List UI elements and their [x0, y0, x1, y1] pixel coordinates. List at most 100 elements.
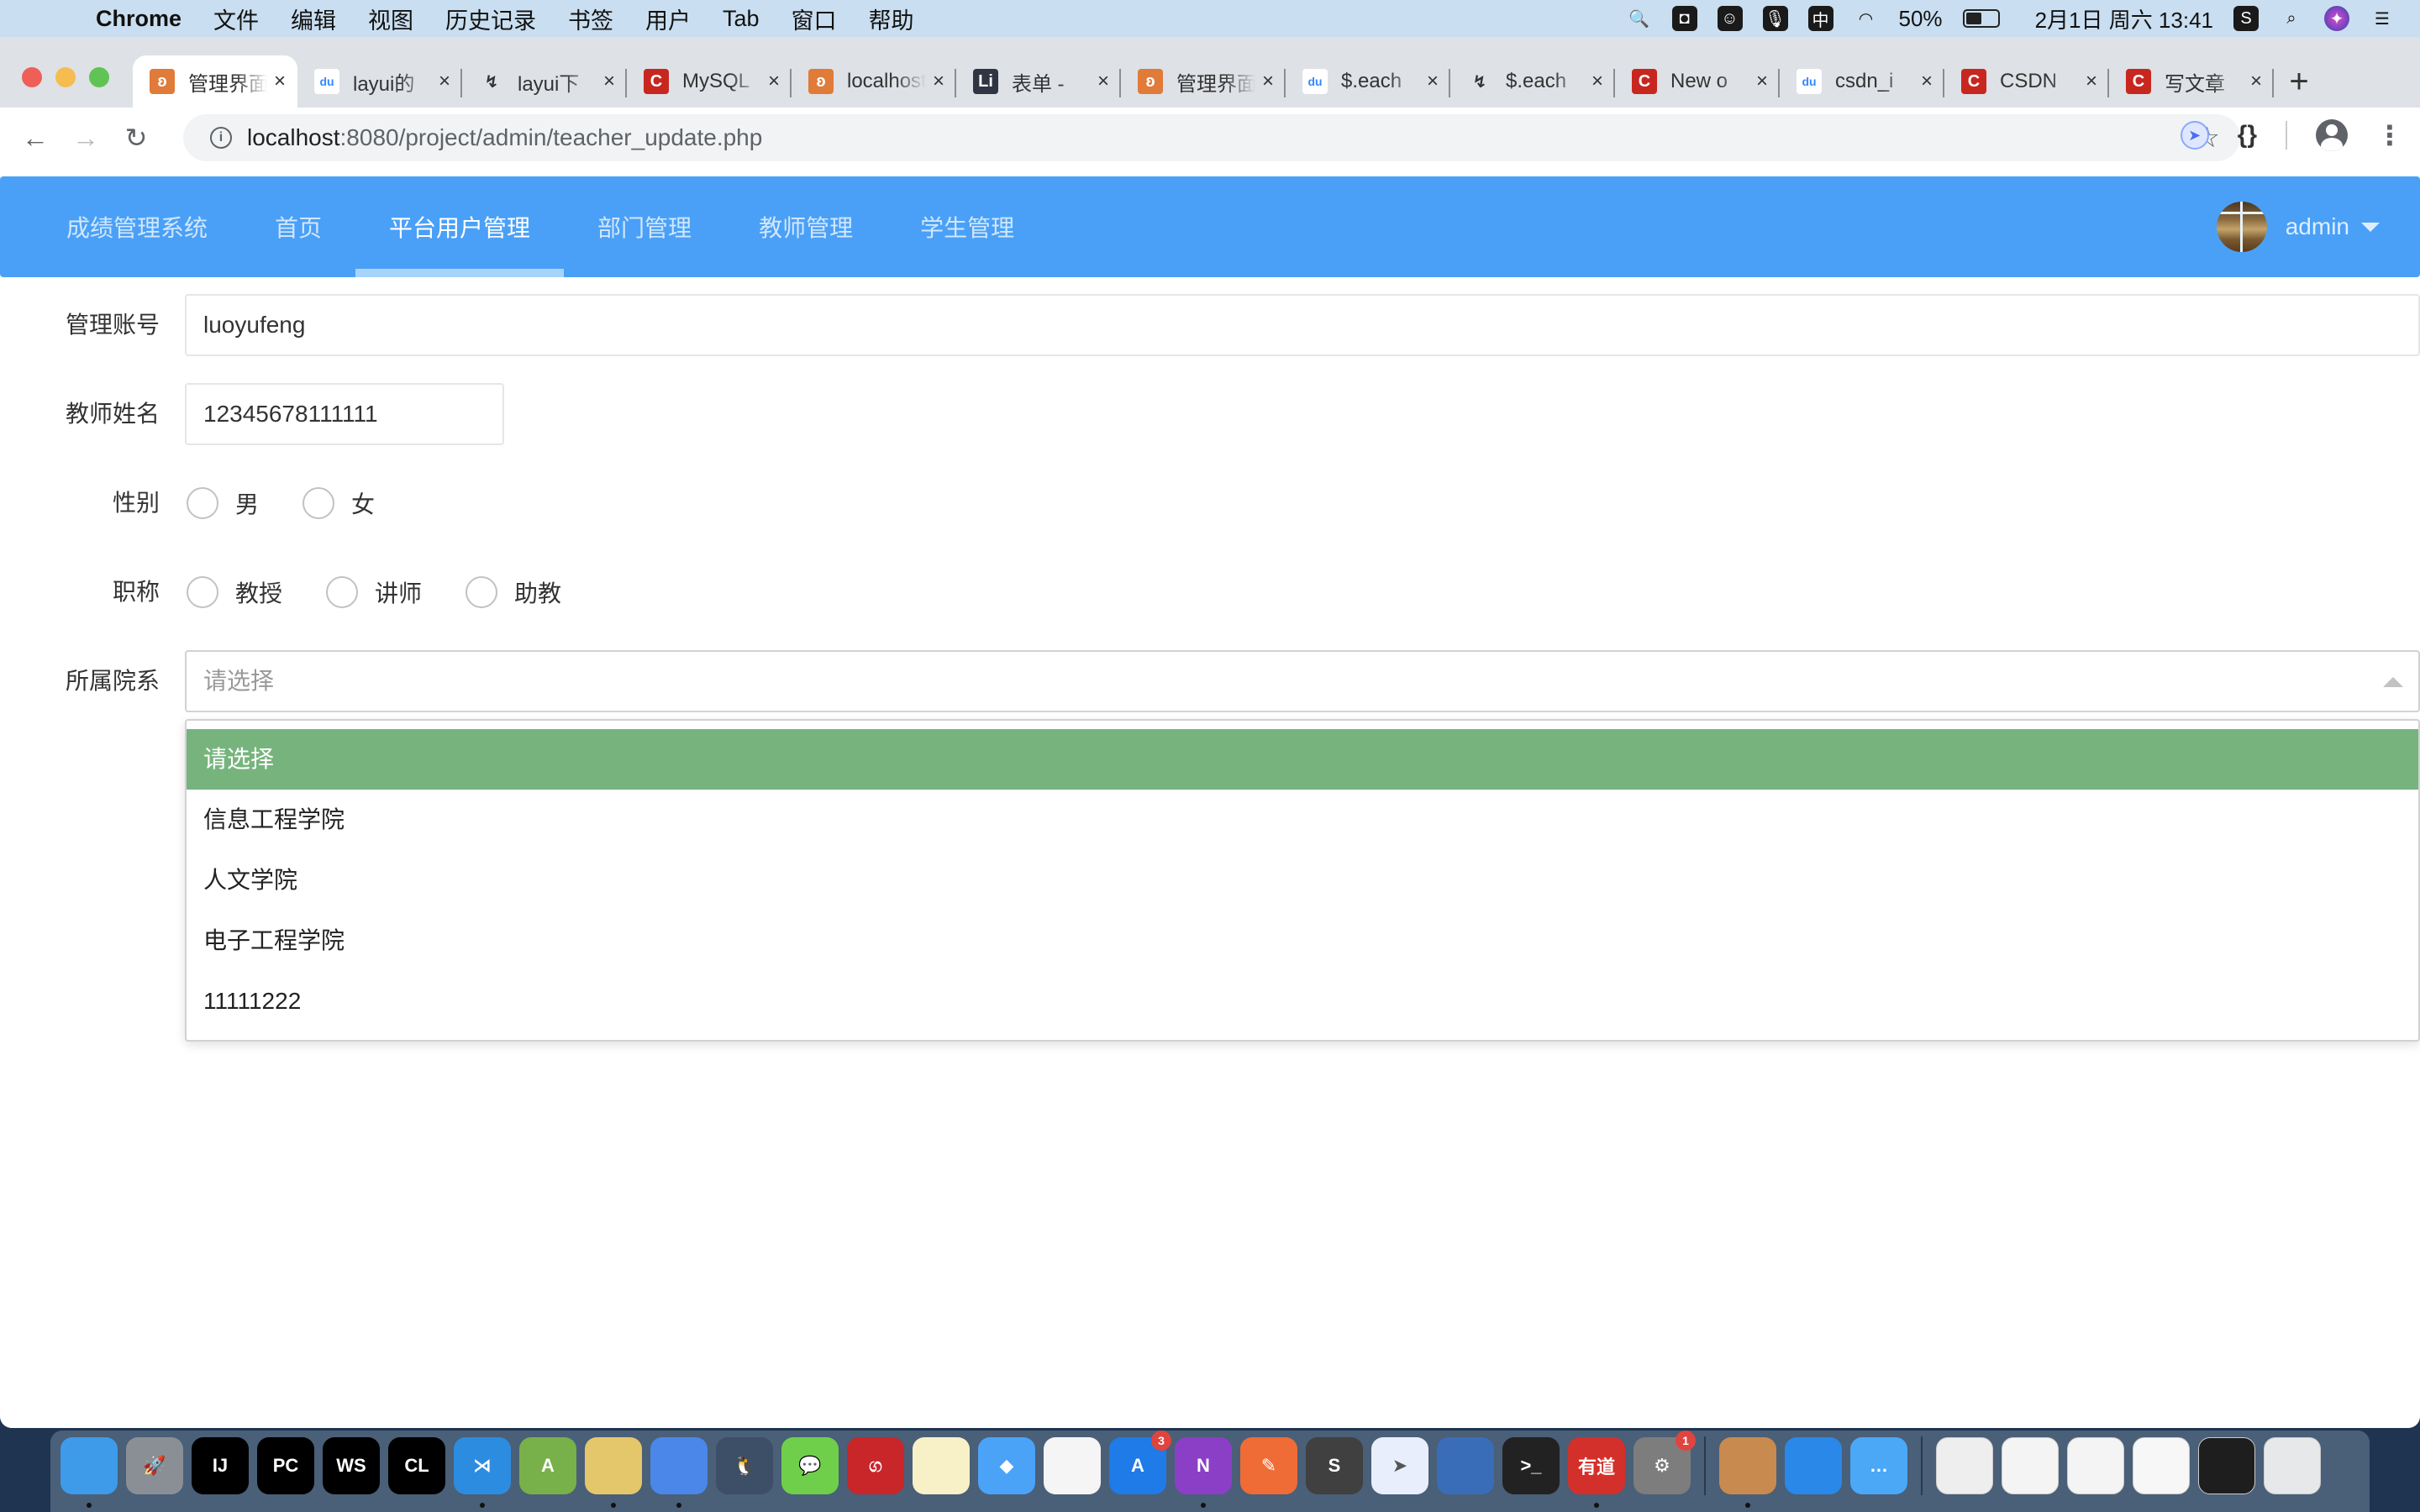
tab-close-icon[interactable]: ×	[1921, 70, 1933, 93]
browser-tab[interactable]: ↯ $.each ×	[1450, 55, 1615, 108]
department-select[interactable]: 请选择	[185, 650, 2420, 712]
tab-close-icon[interactable]: ×	[2086, 70, 2097, 93]
menubar-people[interactable]: 用户	[645, 3, 691, 35]
wifi-icon[interactable]: ◠	[1854, 6, 1879, 31]
zoom-window-button[interactable]	[89, 67, 109, 87]
microphone-icon[interactable]: 🎙	[1762, 6, 1788, 31]
browser-tab[interactable]: C New o ×	[1615, 55, 1780, 108]
gender-radio-female[interactable]: 女	[302, 486, 375, 520]
dropdown-option[interactable]: 信息工程学院	[187, 790, 2418, 850]
dropdown-option[interactable]: 电子工程学院	[187, 911, 2418, 971]
dock-app-youdao[interactable]: 有道	[1568, 1437, 1625, 1508]
title-radio-assistant[interactable]: 助教	[466, 575, 561, 609]
dock-app-postman[interactable]: ✎	[1240, 1437, 1297, 1494]
dropdown-option[interactable]: 11111222	[187, 971, 2418, 1032]
radio-circle-icon[interactable]	[466, 576, 498, 608]
nav-item-students[interactable]: 学生管理	[886, 176, 1048, 277]
menubar-bookmarks[interactable]: 书签	[568, 3, 613, 35]
dropdown-option[interactable]: 请选择	[187, 729, 2418, 790]
browser-tab[interactable]: C MySQL ×	[627, 55, 792, 108]
dock-recent-doc-1[interactable]	[1936, 1437, 1993, 1494]
address-bar[interactable]: i localhost:8080/project/admin/teacher_u…	[183, 114, 2240, 161]
menubar-clock[interactable]: 2月1日 周六 13:41	[2035, 3, 2213, 34]
menubar-app-name[interactable]: Chrome	[96, 6, 182, 32]
tab-close-icon[interactable]: ×	[603, 70, 615, 93]
menubar-window[interactable]: 窗口	[792, 3, 837, 35]
dock-app-clion[interactable]: CL	[388, 1437, 445, 1494]
site-info-icon[interactable]: i	[210, 127, 232, 149]
dock-app-android-studio[interactable]: A	[519, 1437, 576, 1494]
title-option-label[interactable]: 助教	[514, 575, 561, 609]
dock-app-netease-music[interactable]: ග	[847, 1437, 904, 1494]
tab-close-icon[interactable]: ×	[1097, 70, 1109, 93]
minimize-window-button[interactable]	[55, 67, 76, 87]
tab-close-icon[interactable]: ×	[2250, 70, 2262, 93]
tab-close-icon[interactable]: ×	[768, 70, 780, 93]
dock-app-safari[interactable]	[1785, 1437, 1842, 1494]
dock-app-system-preferences[interactable]: ⚙ 1	[1634, 1431, 1696, 1494]
dock-app-sequel-pro[interactable]	[585, 1437, 642, 1508]
radio-circle-icon[interactable]	[187, 487, 218, 519]
teacher-name-input[interactable]: 12345678111111	[185, 383, 504, 445]
tab-close-icon[interactable]: ×	[274, 70, 286, 93]
spotlight-icon[interactable]: ⌕	[2279, 6, 2304, 31]
tab-close-icon[interactable]: ×	[1591, 70, 1603, 93]
dock-app-intellij[interactable]: IJ	[192, 1437, 249, 1494]
dock-trash[interactable]	[2264, 1437, 2321, 1494]
dock-app-app-store[interactable]: A3	[1109, 1431, 1171, 1494]
dock-recent-vscode-window[interactable]	[2198, 1437, 2255, 1494]
dock-app-notes[interactable]	[913, 1437, 970, 1494]
back-button[interactable]: ←	[17, 119, 54, 156]
gender-radio-male[interactable]: 男	[187, 486, 259, 520]
battery-icon[interactable]	[1962, 9, 2000, 28]
chrome-menu-icon[interactable]: ⋮	[2376, 119, 2403, 151]
dock-app-finder[interactable]	[60, 1437, 118, 1508]
menubar-view[interactable]: 视图	[368, 3, 413, 35]
title-option-label[interactable]: 讲师	[375, 575, 422, 609]
dock-app-chrome[interactable]	[650, 1437, 708, 1508]
notification-center-icon[interactable]: ☰	[2370, 6, 2395, 31]
nav-brand[interactable]: 成绩管理系统	[29, 176, 241, 277]
user-menu[interactable]: admin	[2216, 176, 2380, 277]
menubar-tab[interactable]: Tab	[723, 6, 760, 32]
browser-tab[interactable]: du csdn_i ×	[1780, 55, 1944, 108]
snippets-icon[interactable]: S	[2233, 6, 2259, 31]
dock-recent-finder-window[interactable]	[2002, 1437, 2059, 1494]
nav-item-home[interactable]: 首页	[241, 176, 355, 277]
close-window-button[interactable]	[22, 67, 42, 87]
tab-close-icon[interactable]: ×	[1427, 70, 1439, 93]
tab-close-icon[interactable]: ×	[933, 70, 944, 93]
dock-app-pycharm[interactable]: PC	[257, 1437, 314, 1494]
gender-option-label[interactable]: 女	[351, 486, 375, 520]
dock-app-terminal[interactable]: >_	[1502, 1437, 1560, 1494]
json-viewer-extension-icon[interactable]: {}	[2238, 121, 2257, 150]
dock-app-wechat[interactable]: 💬	[781, 1437, 839, 1494]
emoji-icon[interactable]: ☺	[1717, 6, 1743, 31]
browser-tab[interactable]: C 写文章 ×	[2109, 55, 2274, 108]
siri-icon[interactable]: ✦	[2324, 6, 2349, 31]
dock-app-reminders[interactable]	[1044, 1437, 1101, 1494]
menubar-file[interactable]: 文件	[213, 3, 259, 35]
browser-tab[interactable]: du layui的 ×	[297, 55, 462, 108]
title-radio-lecturer[interactable]: 讲师	[326, 575, 422, 609]
extension-bird-icon[interactable]: ➤	[2180, 121, 2209, 150]
dock-app-webstorm[interactable]: WS	[323, 1437, 380, 1494]
bitbar-icon[interactable]: ◘	[1671, 6, 1697, 31]
gender-option-label[interactable]: 男	[235, 486, 259, 520]
forward-button[interactable]: →	[67, 119, 104, 156]
menubar-help[interactable]: 帮助	[869, 3, 914, 35]
browser-tab[interactable]: ʚ 管理界面 ×	[1121, 55, 1286, 108]
dock-app-feishu[interactable]: ➤	[1371, 1437, 1428, 1494]
nav-item-departments[interactable]: 部门管理	[564, 176, 725, 277]
chevron-down-icon[interactable]	[2361, 222, 2380, 232]
dock-app-onenote[interactable]: N	[1175, 1437, 1232, 1508]
reload-button[interactable]: ↻	[118, 119, 155, 156]
browser-tab[interactable]: ʚ 管理界面 ×	[133, 55, 297, 108]
dropdown-option[interactable]: 人文学院	[187, 850, 2418, 911]
dock-app-launchpad[interactable]: 🚀	[126, 1437, 183, 1494]
dock-app-qq[interactable]: 🐧	[716, 1437, 773, 1494]
dock-recent-xampp-window[interactable]	[2133, 1437, 2190, 1494]
new-tab-button[interactable]: +	[2274, 55, 2324, 108]
menubar-edit[interactable]: 编辑	[291, 3, 336, 35]
input-method-icon[interactable]: 中	[1807, 6, 1833, 31]
